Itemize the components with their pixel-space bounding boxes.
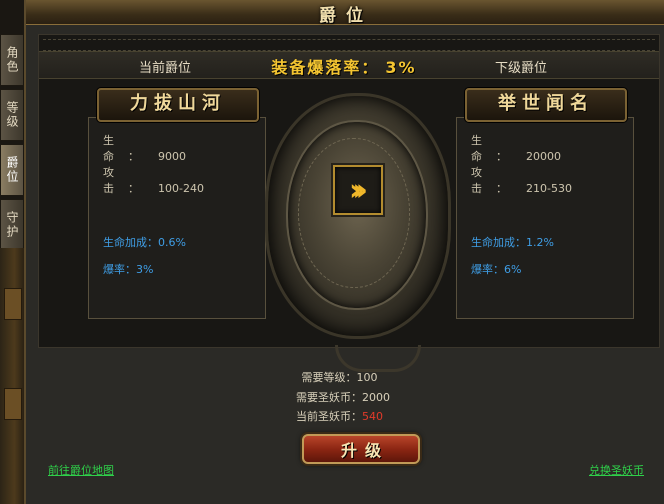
next-hp-bonus-row: 生命加成：1.2% [471, 234, 554, 250]
atk-label: 攻击： [103, 166, 153, 195]
side-tab-bar: 角色 等级 爵位 守护 [0, 34, 24, 254]
exchange-currency-link[interactable]: 兑换圣妖币 [589, 462, 644, 478]
tab-guardian[interactable]: 守护 [0, 199, 23, 251]
current-currency-label: 当前圣妖币： [296, 410, 362, 423]
crit-label: 爆率： [103, 263, 136, 276]
window-titlebar[interactable]: 爵位 [26, 0, 664, 26]
current-crit-row: 爆率：3% [103, 261, 153, 277]
current-currency-value: 540 [362, 410, 383, 423]
hp-bonus-label: 生命加成： [471, 236, 526, 249]
next-hp-row: 生命： 20000 [471, 132, 561, 164]
drop-rate-value: 3% [385, 58, 417, 77]
decorative-border [43, 39, 655, 51]
atk-label: 攻击： [471, 166, 521, 195]
required-level-label: 需要等级： [301, 371, 357, 384]
tab-title[interactable]: 爵位 [0, 144, 23, 196]
current-atk-row: 攻击： 100-240 [103, 164, 204, 196]
tab-character[interactable]: 角色 [0, 34, 23, 86]
next-atk-row: 攻击： 210-530 [471, 164, 572, 196]
rank-header-row: 当前爵位 装备爆落率： 3% 下级爵位 [39, 51, 659, 79]
next-crit-row: 爆率：6% [471, 261, 521, 277]
next-hp-bonus-value: 1.2% [526, 236, 554, 249]
background-edge [0, 248, 24, 504]
next-crit-value: 6% [504, 263, 522, 276]
hp-label: 生命： [103, 134, 153, 163]
advance-arrow-icon: ››› [333, 165, 383, 215]
next-rank-heading: 下级爵位 [495, 61, 548, 76]
tab-level[interactable]: 等级 [0, 89, 23, 141]
required-currency-value: 2000 [362, 391, 390, 404]
title-window: 爵位 当前爵位 装备爆落率： 3% 下级爵位 力拔山河 生命： 9000 攻击： 10… [24, 0, 664, 504]
go-to-title-map-link[interactable]: 前往爵位地图 [48, 462, 114, 478]
current-atk-value: 100-240 [158, 182, 204, 195]
required-currency-row: 需要圣妖币：2000 [26, 389, 664, 405]
current-hp-row: 生命： 9000 [103, 132, 186, 164]
crit-label: 爆率： [471, 263, 504, 276]
upgrade-button[interactable]: 升级 [302, 434, 420, 464]
current-rank-card: 力拔山河 生命： 9000 攻击： 100-240 生命加成：0.6% 爆率：3% [88, 88, 266, 319]
current-hp-bonus-value: 0.6% [158, 236, 186, 249]
hp-label: 生命： [471, 134, 521, 163]
current-rank-name: 力拔山河 [97, 88, 259, 122]
current-crit-value: 3% [136, 263, 154, 276]
next-rank-card: 举世闻名 生命： 20000 攻击： 210-530 生命加成：1.2% 爆率：6% [456, 88, 634, 319]
drop-rate-banner: 装备爆落率： 3% [259, 54, 429, 78]
required-level-row: 需要等级：100 [26, 369, 664, 385]
hp-bonus-label: 生命加成： [103, 236, 158, 249]
next-hp-value: 20000 [526, 150, 561, 163]
drop-rate-label: 装备爆落率： [271, 58, 380, 77]
required-level-value: 100 [356, 371, 378, 384]
next-atk-value: 210-530 [526, 182, 572, 195]
window-title: 爵位 [319, 6, 373, 26]
medallion-handle [335, 345, 421, 372]
dragon-medallion-emblem [265, 93, 451, 339]
required-currency-label: 需要圣妖币： [296, 391, 362, 404]
current-rank-heading: 当前爵位 [139, 61, 192, 76]
current-hp-bonus-row: 生命加成：0.6% [103, 234, 186, 250]
next-rank-name: 举世闻名 [465, 88, 627, 122]
current-hp-value: 9000 [158, 150, 186, 163]
current-currency-row: 当前圣妖币：540 [26, 408, 664, 424]
